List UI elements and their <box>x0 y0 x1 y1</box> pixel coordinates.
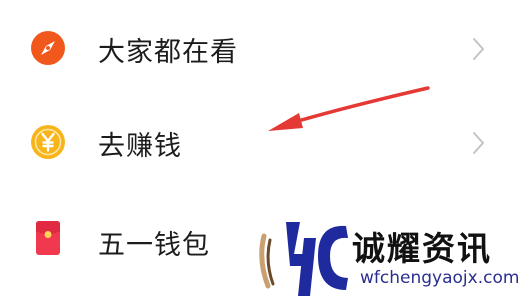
chevron-right-icon <box>473 38 484 60</box>
yuan-coin-icon <box>31 125 65 159</box>
4c-logo-icon <box>259 222 348 296</box>
watermark-title: 诚耀资讯 <box>352 229 492 268</box>
red-envelope-icon <box>36 221 60 255</box>
menu-item-label: 去赚钱 <box>98 131 182 162</box>
watermark-url: wfchengyaojx.com <box>360 268 520 288</box>
menu-screen: 大家都在看 去赚钱 五一钱包 诚耀资讯 wfchengyaojx.com <box>0 0 520 298</box>
chevron-right-icon <box>473 132 484 154</box>
menu-item-label: 五一钱包 <box>98 230 210 261</box>
menu-item-earn-money[interactable]: 去赚钱 <box>0 98 520 188</box>
watermark: 诚耀资讯 wfchengyaojx.com <box>248 216 520 298</box>
menu-item-label: 大家都在看 <box>98 37 238 68</box>
menu-item-trending[interactable]: 大家都在看 <box>0 3 520 93</box>
compass-icon <box>31 31 65 65</box>
